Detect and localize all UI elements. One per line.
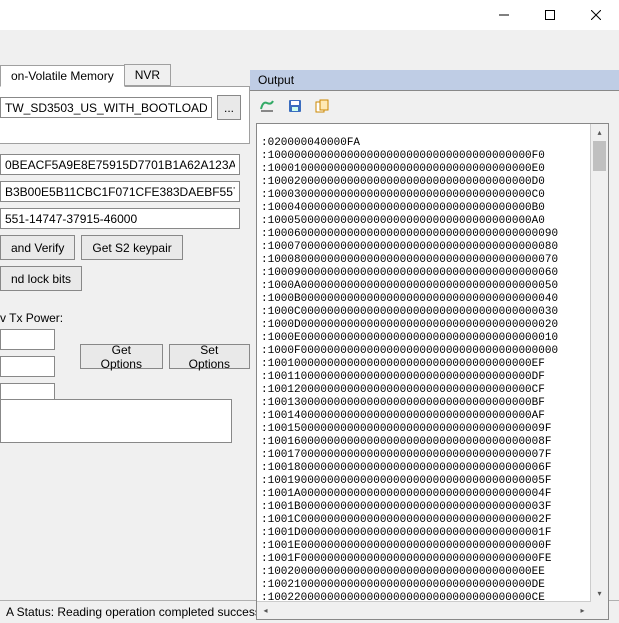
tx-power-input-2[interactable] [0,356,55,377]
clear-icon[interactable] [256,95,278,117]
browse-button[interactable]: ... [217,95,241,120]
verify-button[interactable]: and Verify [0,235,75,260]
output-text[interactable]: :020000040000FA :10000000000000000000000… [257,135,590,608]
output-toolbar [250,91,619,121]
scroll-thumb[interactable] [593,141,606,171]
tab-nvm[interactable]: on-Volatile Memory [0,65,125,87]
get-s2-keypair-button[interactable]: Get S2 keypair [81,235,182,260]
key-field-3[interactable] [0,208,240,229]
horizontal-scrollbar[interactable]: ◂ ▸ [257,601,591,619]
minimize-button[interactable] [481,0,527,30]
log-box[interactable] [0,399,232,443]
status-text: A Status: Reading operation completed su… [6,605,285,619]
copy-icon[interactable] [312,95,334,117]
scroll-down-button[interactable]: ▾ [591,585,608,602]
scroll-left-button[interactable]: ◂ [257,606,274,615]
save-icon[interactable] [284,95,306,117]
left-panel: on-Volatile Memory NVR ... and Verify Ge… [0,30,250,600]
maximize-button[interactable] [527,0,573,30]
close-button[interactable] [573,0,619,30]
scroll-up-button[interactable]: ▴ [591,124,608,141]
vertical-scrollbar[interactable]: ▴ ▾ [590,124,608,619]
output-panel: Output [250,30,619,600]
key-field-1[interactable] [0,154,240,175]
scroll-right-button[interactable]: ▸ [574,606,591,615]
tab-nvr[interactable]: NVR [124,64,171,86]
tx-power-input-1[interactable] [0,329,55,350]
nvm-panel: ... [0,86,250,144]
file-path-input[interactable] [0,97,212,118]
key-field-2[interactable] [0,181,240,202]
titlebar [0,0,619,30]
output-box: :020000040000FA :10000000000000000000000… [256,123,609,620]
set-options-button[interactable]: Set Options [169,344,250,369]
tx-power-label: v Tx Power: [0,311,250,325]
get-options-button[interactable]: Get Options [80,344,163,369]
output-header: Output [250,70,619,91]
lock-bits-button[interactable]: nd lock bits [0,266,82,291]
